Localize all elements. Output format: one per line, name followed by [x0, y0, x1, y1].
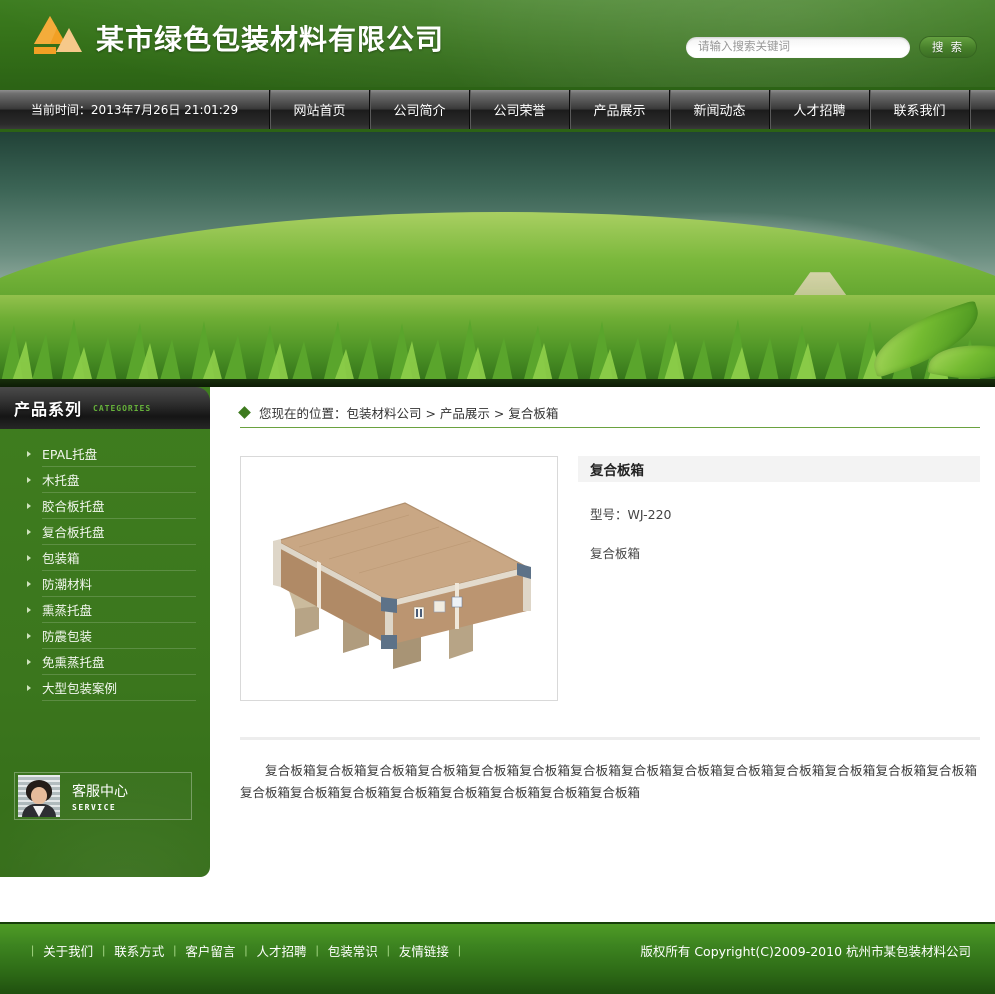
sidebar-item-label: 防震包装 [42, 629, 93, 644]
sidebar-item-plywood-pallet[interactable]: 胶合板托盘 [27, 493, 196, 519]
sidebar-item-label: 防潮材料 [42, 577, 93, 592]
breadcrumb-divider [240, 427, 980, 428]
sidebar-item-label: EPAL托盘 [42, 447, 98, 462]
search-button[interactable]: 搜 索 [919, 36, 977, 58]
main-column: 您现在的位置：包装材料公司 > 产品展示 > 复合板箱 复合板箱 型号：WJ-2… [238, 387, 995, 804]
arrow-right-icon [27, 502, 31, 509]
copyright-text: 版权所有 Copyright(C)2009-2010 杭州市某包装材料公司 [640, 943, 971, 959]
product-image[interactable] [240, 456, 558, 701]
footer-link-contact[interactable]: 联系方式 [114, 941, 164, 960]
nav-item-contact[interactable]: 联系我们 [870, 90, 970, 129]
nav-item-news[interactable]: 新闻动态 [670, 90, 770, 129]
sidebar-item-composite-pallet[interactable]: 复合板托盘 [27, 519, 196, 545]
sidebar-item-label: 木托盘 [42, 473, 80, 488]
separator: | [457, 943, 461, 957]
arrow-right-icon [27, 450, 31, 457]
sidebar-item-label: 熏蒸托盘 [42, 603, 93, 618]
nav-item-about[interactable]: 公司简介 [370, 90, 470, 129]
content-area: 产品系列 CATEGORIES EPAL托盘 木托盘 胶合板托盘 复合板托盘 包… [0, 387, 995, 892]
product-detail: 复合板箱 型号：WJ-220 复合板箱 [240, 456, 995, 701]
sidebar-item-large-packaging-cases[interactable]: 大型包装案例 [27, 675, 196, 701]
sidebar-item-shockproof-packaging[interactable]: 防震包装 [27, 623, 196, 649]
breadcrumb-text: 您现在的位置：包装材料公司 > 产品展示 > 复合板箱 [259, 405, 559, 421]
arrow-right-icon [27, 606, 31, 613]
site-header: 某市绿色包装材料有限公司 搜 索 [0, 0, 995, 87]
mountain-triangle-logo-icon [34, 16, 82, 54]
nav-item-honors[interactable]: 公司荣誉 [470, 90, 570, 129]
sidebar-item-label: 大型包装案例 [42, 681, 118, 696]
sidebar-heading-en: CATEGORIES [93, 403, 152, 413]
page-root: 某市绿色包装材料有限公司 搜 索 当前时间：2013年7月26日 21:01:2… [0, 0, 995, 994]
sidebar-item-wood-pallet[interactable]: 木托盘 [27, 467, 196, 493]
arrow-right-icon [27, 684, 31, 691]
footer-link-friendly-links[interactable]: 友情链接 [399, 941, 449, 960]
diamond-bullet-icon [238, 405, 251, 419]
sidebar-item-label: 胶合板托盘 [42, 499, 105, 514]
service-center-subtitle: SERVICE [72, 802, 117, 812]
arrow-right-icon [27, 632, 31, 639]
avatar [18, 775, 60, 817]
footer-link-knowledge[interactable]: 包装常识 [328, 941, 378, 960]
logo-block[interactable]: 某市绿色包装材料有限公司 [33, 14, 444, 62]
separator: | [102, 943, 106, 957]
sidebar-item-label: 包装箱 [42, 551, 80, 566]
product-subtitle: 复合板箱 [590, 546, 641, 561]
footer-inner: | 关于我们 | 联系方式 | 客户留言 | 人才招聘 | 包装常识 | 友情链… [0, 924, 995, 976]
sidebar-item-epal-pallet[interactable]: EPAL托盘 [27, 441, 196, 467]
sidebar-item-moisture-proof-material[interactable]: 防潮材料 [27, 571, 196, 597]
main-navigation: 当前时间：2013年7月26日 21:01:29 网站首页 公司简介 公司荣誉 … [0, 87, 995, 132]
nav-item-products[interactable]: 产品展示 [570, 90, 670, 129]
banner-bottom-edge [0, 379, 995, 387]
current-time-display: 当前时间：2013年7月26日 21:01:29 [0, 90, 270, 129]
footer-link-about[interactable]: 关于我们 [43, 941, 93, 960]
sidebar-item-label: 免熏蒸托盘 [42, 655, 105, 670]
footer-links: | 关于我们 | 联系方式 | 客户留言 | 人才招聘 | 包装常识 | 友情链… [22, 941, 470, 960]
separator: | [244, 943, 248, 957]
search-input[interactable] [686, 36, 910, 58]
arrow-right-icon [27, 554, 31, 561]
separator: | [315, 943, 319, 957]
grass-blades-illustration [0, 319, 982, 387]
nav-item-careers[interactable]: 人才招聘 [770, 90, 870, 129]
description-divider [240, 737, 980, 740]
site-footer: | 关于我们 | 联系方式 | 客户留言 | 人才招聘 | 包装常识 | 友情链… [0, 922, 995, 994]
sidebar-item-fumigation-free-pallet[interactable]: 免熏蒸托盘 [27, 649, 196, 675]
product-description: 复合板箱复合板箱复合板箱复合板箱复合板箱复合板箱复合板箱复合板箱复合板箱复合板箱… [240, 763, 977, 800]
arrow-right-icon [27, 476, 31, 483]
search-area: 搜 索 [686, 36, 977, 58]
separator: | [386, 943, 390, 957]
product-title: 复合板箱 [590, 463, 644, 479]
product-model: 型号：WJ-220 [590, 507, 672, 522]
site-title: 某市绿色包装材料有限公司 [96, 23, 445, 56]
service-center-text: 客服中心 SERVICE [72, 781, 128, 812]
footer-link-feedback[interactable]: 客户留言 [185, 941, 235, 960]
arrow-right-icon [27, 580, 31, 587]
sidebar-item-label: 复合板托盘 [42, 525, 105, 540]
product-title-bar: 复合板箱 [578, 456, 980, 482]
separator: | [173, 943, 177, 957]
sidebar-header: 产品系列 CATEGORIES [0, 387, 210, 429]
arrow-right-icon [27, 528, 31, 535]
nav-item-home[interactable]: 网站首页 [270, 90, 370, 129]
service-center-title: 客服中心 [72, 783, 128, 800]
sidebar: 产品系列 CATEGORIES EPAL托盘 木托盘 胶合板托盘 复合板托盘 包… [0, 387, 210, 877]
sidebar-item-fumigated-pallet[interactable]: 熏蒸托盘 [27, 597, 196, 623]
category-list: EPAL托盘 木托盘 胶合板托盘 复合板托盘 包装箱 防潮材料 熏蒸托盘 防震包… [0, 429, 210, 701]
arrow-right-icon [27, 658, 31, 665]
sidebar-item-packing-case[interactable]: 包装箱 [27, 545, 196, 571]
footer-link-careers[interactable]: 人才招聘 [257, 941, 307, 960]
service-center-box[interactable]: 客服中心 SERVICE [14, 772, 192, 820]
hero-banner [0, 132, 995, 387]
breadcrumb: 您现在的位置：包装材料公司 > 产品展示 > 复合板箱 [238, 387, 995, 425]
sidebar-heading: 产品系列 [14, 400, 83, 419]
product-info: 复合板箱 型号：WJ-220 复合板箱 [578, 456, 995, 701]
separator: | [31, 943, 35, 957]
plywood-crate-illustration [273, 502, 531, 669]
